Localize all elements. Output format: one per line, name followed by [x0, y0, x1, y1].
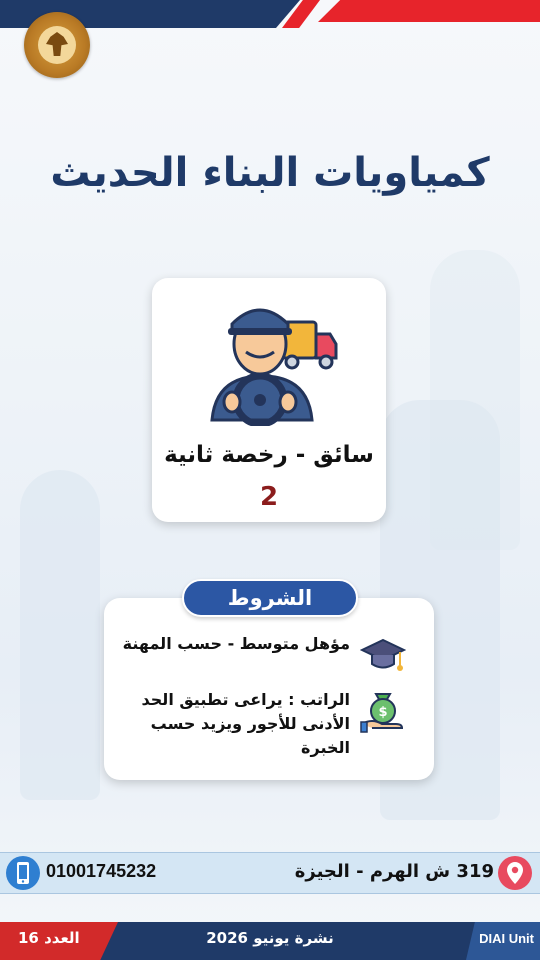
bg-silhouette	[430, 250, 520, 550]
page-title: كمياويات البناء الحديث	[50, 150, 490, 196]
condition-item: مؤهل متوسط - حسب المهنة	[123, 632, 406, 678]
bg-silhouette	[20, 470, 100, 800]
contact-bar: 01001745232 319 ش الهرم - الجيزة	[0, 852, 540, 894]
money-bag-icon: $	[360, 693, 404, 733]
condition-text: الراتب : يراعى تطبيق الحد الأدنى للأجور …	[141, 690, 350, 757]
ministry-logo	[24, 12, 90, 78]
address: 319 ش الهرم - الجيزة	[294, 861, 494, 882]
job-count: 2	[259, 482, 279, 512]
conditions-card: مؤهل متوسط - حسب المهنة $ الراتب : يراعى…	[104, 598, 434, 780]
phone-icon[interactable]	[6, 856, 40, 890]
driver-truck-icon	[210, 308, 338, 426]
bulletin-title: نشرة يونيو 2026	[206, 929, 334, 947]
graduation-cap-icon	[360, 638, 406, 671]
job-title: سائق - رخصة ثانية	[164, 442, 374, 468]
svg-text:$: $	[378, 705, 387, 720]
unit-label: DIAI Unit	[479, 931, 534, 946]
condition-text: مؤهل متوسط - حسب المهنة	[122, 634, 350, 653]
top-bar-red	[318, 0, 540, 22]
phone-number[interactable]: 01001745232	[46, 861, 156, 882]
conditions-header: الشروط	[182, 579, 358, 617]
job-card: سائق - رخصة ثانية 2	[152, 278, 386, 522]
location-pin-icon	[498, 856, 532, 890]
condition-item: $ الراتب : يراعى تطبيق الحد الأدنى للأجو…	[116, 688, 406, 760]
